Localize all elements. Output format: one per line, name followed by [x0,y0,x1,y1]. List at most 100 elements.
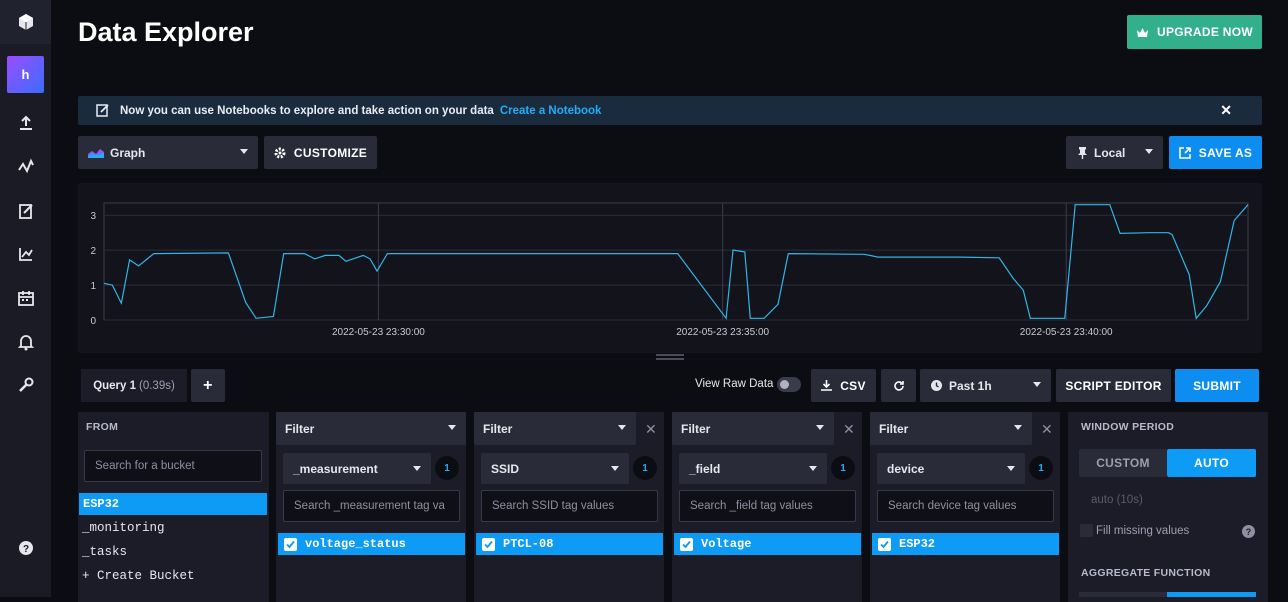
graph-type-label: Graph [110,145,146,160]
filter-type-label: Filter [681,421,711,436]
selected-count-badge: 1 [435,456,459,480]
chevron-down-icon [1007,466,1015,471]
close-icon[interactable]: ✕ [1220,102,1232,119]
aggregate-function-header: AGGREGATE FUNCTION [1081,567,1211,579]
resize-handle[interactable] [656,354,684,356]
time-range-dropdown[interactable]: Past 1h [920,369,1051,402]
pin-icon [1078,146,1087,159]
submit-button[interactable]: SUBMIT [1175,369,1259,402]
timezone-label: Local [1094,145,1126,160]
save-as-button[interactable]: SAVE AS [1169,136,1262,169]
auto-toggle-button[interactable]: AUTO [1167,449,1256,477]
tag-value-item[interactable]: PTCL-08 [476,533,663,555]
bucket-search-input[interactable]: Search for a bucket [84,450,262,482]
query-tab-label: Query 1 [93,379,137,392]
graph-type-dropdown[interactable]: Graph [78,136,258,169]
time-range-label: Past 1h [949,378,992,393]
filter-type-label: Filter [879,421,909,436]
chevron-down-icon [413,466,421,471]
create-notebook-link[interactable]: Create a Notebook [500,105,602,117]
csv-button[interactable]: CSV [811,369,876,402]
tag-value-item[interactable]: voltage_status [278,533,465,555]
bucket-item[interactable]: _tasks [82,545,127,559]
checkbox-checked-icon [284,537,297,551]
chevron-down-icon [1033,382,1041,387]
close-icon[interactable]: ✕ [843,421,855,438]
tag-key-label: device [887,461,925,476]
tag-search-input[interactable]: Search _field tag values [679,490,856,522]
view-raw-toggle[interactable] [777,377,801,392]
upload-icon[interactable] [0,108,51,138]
tag-key-dropdown[interactable]: _field [679,453,827,484]
chevron-down-icon [618,425,626,430]
refresh-icon [893,380,904,391]
chevron-down-icon [816,425,824,430]
filter-type-label: Filter [285,421,315,436]
download-icon [821,380,833,391]
bucket-item[interactable]: _monitoring [82,521,165,535]
chevron-down-icon [1145,149,1153,154]
customize-button[interactable]: CUSTOMIZE [264,136,377,169]
tag-key-dropdown[interactable]: device [877,453,1025,484]
fill-missing-checkbox[interactable] [1080,524,1093,537]
checkbox-checked-icon [482,537,495,551]
bucket-item-selected[interactable]: ESP32 [79,493,267,515]
help-tooltip-icon[interactable]: ? [1242,525,1255,538]
filter-type-label: Filter [483,421,513,436]
create-bucket-link[interactable]: + Create Bucket [82,569,195,583]
tag-key-dropdown[interactable]: SSID [481,453,629,484]
query-tab[interactable]: Query 1 (0.39s) [81,369,187,402]
tag-key-label: _field [689,461,721,476]
tag-key-dropdown[interactable]: _measurement [283,453,431,484]
chevron-down-icon [809,466,817,471]
upgrade-now-button[interactable]: UPGRADE NOW [1127,15,1262,49]
filter-type-dropdown[interactable]: Filter [276,412,466,445]
settings-wrench-icon[interactable] [0,370,51,400]
svg-text:?: ? [22,544,28,555]
tag-key-label: _measurement [293,461,378,476]
x-tick-label: 2022-05-23 23:40:00 [1020,327,1113,338]
tag-value-label: PTCL-08 [503,537,554,551]
custom-toggle-button[interactable]: CUSTOM [1079,449,1167,477]
line-chart: 3 2 1 0 2022-05-23 23:30:00 2022-05-23 23:35:… [90,202,1249,338]
aggregate-toggle-auto[interactable] [1167,592,1256,597]
selected-count-badge: 1 [1029,456,1053,480]
notebooks-banner: Now you can use Notebooks to explore and… [78,96,1262,125]
dashboards-icon[interactable] [0,239,51,269]
graph-panel: 3 2 1 0 2022-05-23 23:30:00 2022-05-23 23:35:… [78,183,1262,353]
series-line [103,204,1249,320]
timezone-dropdown[interactable]: Local [1066,136,1163,169]
tag-search-input[interactable]: Search _measurement tag va [283,490,460,522]
filter-type-dropdown[interactable]: Filter [672,412,834,445]
help-icon[interactable]: ? [0,533,51,563]
checkbox-checked-icon [878,537,891,551]
fill-missing-label: Fill missing values [1096,525,1190,537]
filter-type-dropdown[interactable]: Filter [474,412,636,445]
close-icon[interactable]: ✕ [645,421,657,438]
tag-search-input[interactable]: Search device tag values [877,490,1054,522]
chevron-down-icon [1014,425,1022,430]
filter-type-dropdown[interactable]: Filter [870,412,1032,445]
script-editor-button[interactable]: SCRIPT EDITOR [1056,369,1171,402]
refresh-button[interactable] [881,369,916,402]
add-query-button[interactable]: + [191,369,225,402]
tasks-calendar-icon[interactable] [0,283,51,313]
chevron-down-icon [240,149,248,154]
y-tick-label: 0 [90,316,96,327]
org-avatar[interactable]: h [7,56,44,93]
alerts-bell-icon[interactable] [0,327,51,357]
influx-logo-icon[interactable] [0,0,51,44]
view-raw-label: View Raw Data [695,378,774,390]
graph-type-icon [88,148,104,158]
tag-value-item[interactable]: Voltage [674,533,861,555]
banner-text: Now you can use Notebooks to explore and… [120,104,494,117]
notebook-icon[interactable] [0,196,51,226]
tag-value-label: voltage_status [305,537,406,551]
notebook-edit-icon [95,103,110,118]
tag-search-input[interactable]: Search SSID tag values [481,490,658,522]
tag-value-item[interactable]: ESP32 [872,533,1059,555]
data-explorer-icon[interactable] [0,152,51,182]
close-icon[interactable]: ✕ [1041,421,1053,438]
aggregate-toggle-custom[interactable] [1079,592,1167,597]
upgrade-label: UPGRADE NOW [1157,25,1253,39]
